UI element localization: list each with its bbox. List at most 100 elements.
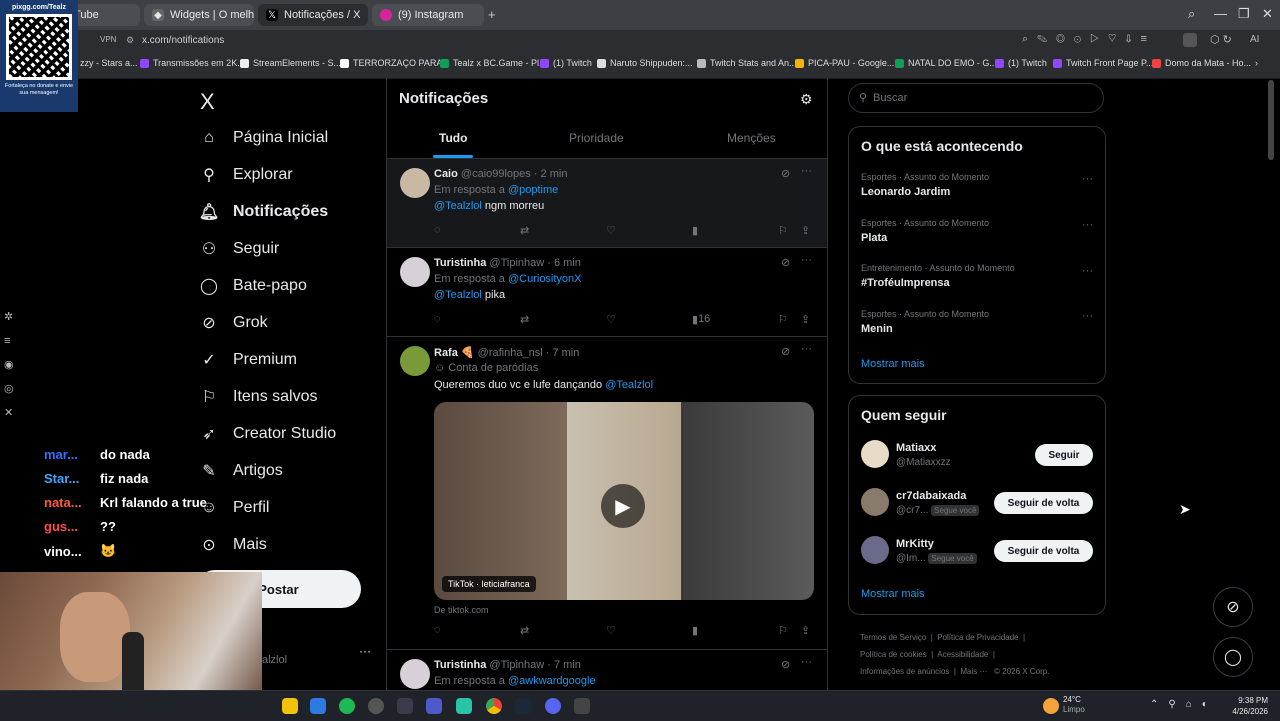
ai-button[interactable]: AI [1250,34,1259,45]
nav-premium[interactable]: ✓ Premium [200,351,297,369]
footer-link[interactable]: Acessibilidade [937,650,988,659]
avatar[interactable] [861,536,889,564]
grok-float-button[interactable]: ⊘ [1213,587,1253,627]
bookmark-item[interactable]: TERRORZAÇO PARA... [340,58,450,68]
tab-widgets[interactable]: ◆ Widgets | O melhor soft [144,4,254,26]
app-icon[interactable] [368,698,384,714]
more-icon[interactable]: ··· [801,254,812,266]
share-icon[interactable]: ⇪ [801,224,810,237]
bookmarks-more-icon[interactable]: › [1255,58,1258,68]
nav-bookmarks[interactable]: ⚐ Itens salvos [200,388,318,406]
repost-icon[interactable]: ⇄ [520,624,529,637]
tab-tudo[interactable]: Tudo [439,131,467,145]
share-icon[interactable]: ⇪ [801,624,810,637]
bookmark-item[interactable]: StreamElements - S... [240,58,341,68]
views-icon[interactable]: ▮ [692,624,698,637]
nav-follow[interactable]: ⚇ Seguir [200,240,279,258]
account-more-icon[interactable]: ··· [359,644,371,658]
bookmark-icon[interactable]: ⚐ [778,624,788,637]
site-info-icon[interactable]: ⚙ [126,35,134,46]
nav-chat[interactable]: ◯ Bate-papo [200,277,307,295]
app-icon[interactable] [397,698,413,714]
extensions-icon[interactable]: ⬡ ↻ [1210,33,1232,46]
notification-post[interactable]: Rafa 🍕 @rafinha_nsl · 7 min ⊘ ··· ☺ Cont… [387,337,827,650]
app-icon[interactable] [456,698,472,714]
chrome-icon[interactable] [486,698,502,714]
repost-icon[interactable]: ⇄ [520,313,529,326]
bookmark-item[interactable]: PICA-PAU - Google... [795,58,894,68]
nav-profile[interactable]: ☺ Perfil [200,499,270,517]
side-dock-icons[interactable]: ✲ ≡ ◉ ◎ ✕ [4,305,24,425]
views-icon[interactable]: ▮ 16 [692,313,710,326]
url-field[interactable]: x.com/notifications [142,35,224,46]
mail-icon[interactable] [310,698,326,714]
show-more-trends[interactable]: Mostrar mais [861,358,925,370]
more-icon[interactable]: ··· [801,343,812,355]
reply-icon[interactable]: ◌ [434,224,441,236]
close-icon[interactable]: ✕ [1262,6,1273,22]
footer-link[interactable]: Termos de Serviço [860,633,926,642]
post-author[interactable]: Caio @caio99lopes · 2 min [434,168,567,180]
bookmark-icon[interactable]: ⚐ [778,313,788,326]
extension-icon[interactable] [1183,33,1197,47]
tab-prioridade[interactable]: Prioridade [569,131,624,145]
minimize-icon[interactable]: — [1214,6,1227,21]
bookmark-item[interactable]: Twitch Stats and An... [697,58,797,68]
mention-link[interactable]: @Tealzlol [434,289,482,301]
play-icon[interactable]: ▶ [601,484,645,528]
weather-widget[interactable]: 24°C Limpo [1063,695,1085,715]
toolbar-icons[interactable]: ⌕✎◎⊙▷♡⇩≡ [1022,33,1156,46]
nav-creator-studio[interactable]: ➶ Creator Studio [200,425,336,443]
more-icon[interactable]: ··· [801,656,812,668]
clock[interactable]: 9:38 PM 4/26/2026 [1228,695,1268,717]
link-source[interactable]: De tiktok.com [434,605,489,615]
settings-icon[interactable]: ⚙ [800,91,813,108]
footer-link[interactable]: Política de cookies [860,650,927,659]
account-handle[interactable]: alzlol [262,654,287,666]
notification-post[interactable]: Turistinha @Tipinhaw · 7 min ⊘ ··· Em re… [387,650,827,690]
footer-link[interactable]: Informações de anúncios [860,667,949,676]
follow-button[interactable]: Seguir [1035,444,1093,466]
reply-to-link[interactable]: @CuriosityonX [508,273,582,285]
follow-back-button[interactable]: Seguir de volta [994,492,1093,514]
file-explorer-icon[interactable] [282,698,298,714]
bookmark-item[interactable]: Tealz x BC.Game - Pl... [440,58,547,68]
search-box[interactable]: ⚲ Buscar [848,83,1104,113]
steam-icon[interactable] [515,698,531,714]
reply-to-link[interactable]: @awkwardgoogle [508,675,596,687]
reply-icon[interactable]: ◌ [434,624,441,636]
post-author[interactable]: Turistinha @Tipinhaw · 7 min [434,659,581,671]
nav-explore[interactable]: ⚲ Explorar [200,166,292,184]
avatar[interactable] [400,659,430,689]
bookmark-item[interactable]: NATAL DO EMO - G... [895,58,997,68]
bookmark-item[interactable]: Twitch Front Page P... [1053,58,1153,68]
follow-name[interactable]: cr7dabaixada [896,490,966,502]
more-icon[interactable]: ··· [1082,173,1093,185]
more-icon[interactable]: ··· [1082,310,1093,322]
notification-post[interactable]: Turistinha @Tipinhaw · 6 min ⊘ ··· Em re… [387,248,827,337]
follow-name[interactable]: Matiaxx [896,442,936,454]
grok-icon[interactable]: ⊘ [781,167,790,180]
app-icon[interactable] [574,698,590,714]
bookmark-icon[interactable]: ⚐ [778,224,788,237]
mention-link[interactable]: @Tealzlol [605,379,653,391]
vpn-badge[interactable]: VPN [100,35,116,44]
avatar[interactable] [400,257,430,287]
discord-icon[interactable] [545,698,561,714]
reply-to-link[interactable]: @poptime [508,184,558,196]
messages-float-button[interactable]: ◯ [1213,637,1253,677]
bookmark-item[interactable]: Naruto Shippuden:... [597,58,693,68]
grok-icon[interactable]: ⊘ [781,658,790,671]
bookmark-item[interactable]: Domo da Mata - Ho... [1152,58,1251,68]
avatar[interactable] [861,488,889,516]
bookmark-item[interactable]: (1) Twitch [995,58,1047,68]
follow-name[interactable]: MrKitty [896,538,934,550]
follow-back-button[interactable]: Seguir de volta [994,540,1093,562]
post-author[interactable]: Turistinha @Tipinhaw · 6 min [434,257,581,269]
more-icon[interactable]: ··· [1082,219,1093,231]
grok-icon[interactable]: ⊘ [781,345,790,358]
x-logo[interactable]: X [200,89,215,115]
like-icon[interactable]: ♡ [606,224,616,237]
show-more-follow[interactable]: Mostrar mais [861,588,925,600]
like-icon[interactable]: ♡ [606,624,616,637]
